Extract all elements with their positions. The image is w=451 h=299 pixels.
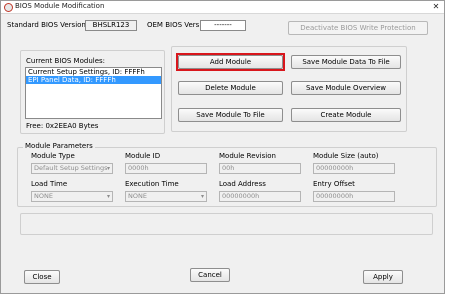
execution-time-select[interactable]: NONE ▾ — [125, 191, 207, 202]
module-revision-label: Module Revision — [219, 152, 276, 160]
load-address-label: Load Address — [219, 180, 266, 188]
execution-time-label: Execution Time — [125, 180, 179, 188]
load-address-field[interactable]: 00000000h — [219, 191, 301, 202]
module-size-field[interactable]: 00000000h — [313, 163, 395, 174]
close-window-icon[interactable]: ✕ — [430, 2, 442, 11]
module-size-label: Module Size (auto) — [313, 152, 379, 160]
modules-list-label: Current BIOS Modules: — [26, 57, 106, 65]
save-module-overview-button[interactable]: Save Module Overview — [291, 81, 401, 95]
module-parameters-title: Module Parameters — [23, 142, 95, 150]
oem-bios-value: ------- — [200, 20, 246, 31]
module-type-label: Module Type — [31, 152, 75, 160]
module-type-value: Default Setup Settings — [34, 164, 108, 172]
chevron-down-icon: ▾ — [200, 193, 204, 200]
save-module-to-file-button[interactable]: Save Module To File — [178, 108, 283, 122]
entry-offset-field[interactable]: 00000000h — [313, 191, 395, 202]
entry-offset-label: Entry Offset — [313, 180, 355, 188]
standard-bios-value: BHSLR123 — [85, 20, 137, 31]
modules-list[interactable]: Current Setup Settings, ID: FFFFh EPI Pa… — [25, 67, 162, 119]
list-item[interactable]: EPI Panel Data, ID: FFFFh — [26, 76, 161, 84]
highlight-box — [176, 53, 285, 71]
bios-module-window: BIOS Module Modification ✕ Standard BIOS… — [0, 0, 445, 294]
list-item[interactable]: Current Setup Settings, ID: FFFFh — [26, 68, 161, 76]
window-title: BIOS Module Modification — [15, 2, 105, 10]
standard-bios-label: Standard BIOS Version: — [7, 21, 89, 29]
save-module-data-button[interactable]: Save Module Data To File — [291, 55, 401, 69]
create-module-button[interactable]: Create Module — [291, 108, 401, 122]
status-panel — [20, 213, 433, 235]
chevron-down-icon: ▾ — [106, 193, 110, 200]
close-button[interactable]: Close — [24, 270, 60, 284]
load-time-select[interactable]: NONE ▾ — [31, 191, 113, 202]
module-revision-field[interactable]: 00h — [219, 163, 301, 174]
app-icon — [4, 3, 13, 12]
cancel-button[interactable]: Cancel — [190, 268, 230, 282]
free-bytes-label: Free: 0x2EEA0 Bytes — [26, 122, 99, 130]
load-time-value: NONE — [34, 192, 53, 200]
load-time-label: Load Time — [31, 180, 68, 188]
delete-module-button[interactable]: Delete Module — [178, 81, 283, 95]
module-type-select[interactable]: Default Setup Settings ▾ — [31, 163, 113, 174]
module-id-label: Module ID — [125, 152, 161, 160]
chevron-down-icon: ▾ — [106, 165, 110, 172]
module-id-field[interactable]: 0000h — [125, 163, 207, 174]
title-bar[interactable]: BIOS Module Modification ✕ — [1, 1, 444, 14]
execution-time-value: NONE — [128, 192, 147, 200]
deactivate-write-protection-button[interactable]: Deactivate BIOS Write Protection — [288, 21, 428, 35]
apply-button[interactable]: Apply — [363, 270, 403, 284]
